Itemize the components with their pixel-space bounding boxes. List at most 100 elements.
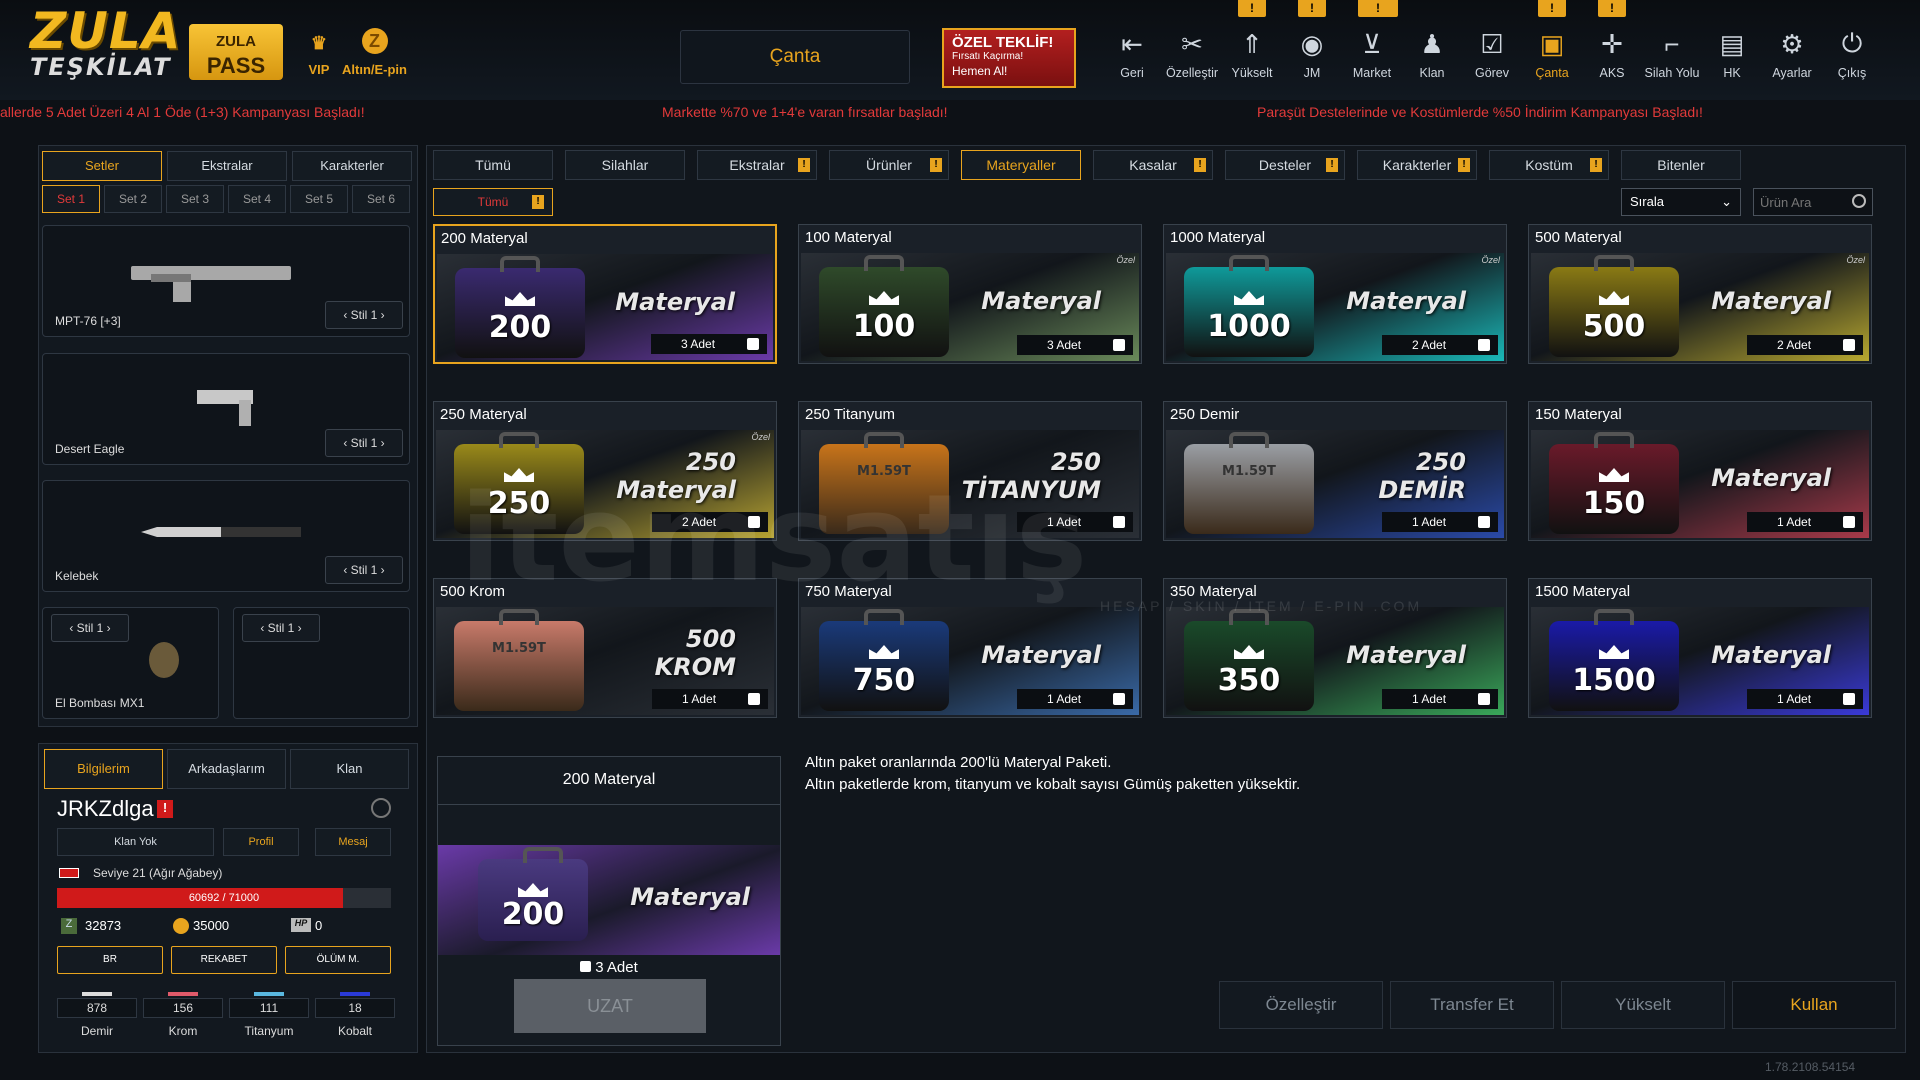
category-tab-3[interactable]: Ürünler! bbox=[829, 150, 949, 180]
tab-karakterler[interactable]: Karakterler bbox=[292, 151, 412, 181]
weapon-slot-melee[interactable]: Kelebek ‹ Stil 1 › bbox=[42, 480, 410, 592]
nav-2-button[interactable]: ⇑ Yükselt bbox=[1224, 26, 1280, 81]
special-offer-banner[interactable]: ÖZEL TEKLİF! Fırsatı Kaçırma! Hemen Al! bbox=[942, 28, 1076, 88]
block-icon[interactable] bbox=[371, 798, 391, 818]
stil-selector-secondary[interactable]: ‹ Stil 1 › bbox=[325, 429, 403, 457]
search-icon[interactable] bbox=[1852, 194, 1866, 208]
set-tab-6[interactable]: Set 6 bbox=[352, 185, 410, 213]
stil-selector-extra[interactable]: ‹ Stil 1 › bbox=[242, 614, 320, 642]
nav-8-button[interactable]: ✛ AKS bbox=[1584, 26, 1640, 81]
stil-selector-primary[interactable]: ‹ Stil 1 › bbox=[325, 301, 403, 329]
mode-olum-button[interactable]: ÖLÜM M. bbox=[285, 946, 391, 974]
stil-selector-grenade[interactable]: ‹ Stil 1 › bbox=[51, 614, 129, 642]
stil-selector-melee[interactable]: ‹ Stil 1 › bbox=[325, 556, 403, 584]
category-tab-8[interactable]: Kostüm! bbox=[1489, 150, 1609, 180]
transfer-button[interactable]: Transfer Et bbox=[1390, 981, 1554, 1029]
nav-1-button[interactable]: ✂ Özelleştir bbox=[1164, 26, 1220, 81]
category-tab-4[interactable]: Materyaller bbox=[961, 150, 1081, 180]
nav-6-button[interactable]: ☑ Görev bbox=[1464, 26, 1520, 81]
subfilter-all[interactable]: Tümü ! bbox=[433, 188, 553, 216]
case-number: 750 bbox=[852, 663, 916, 698]
nav-11-button[interactable]: ⚙ Ayarlar bbox=[1764, 26, 1820, 81]
nav-7-button[interactable]: ▣ Çanta bbox=[1524, 26, 1580, 81]
nav-10-button[interactable]: ▤ HK bbox=[1704, 26, 1760, 81]
nav-5-button[interactable]: ♟ Klan bbox=[1404, 26, 1460, 81]
page-title: Çanta bbox=[680, 30, 910, 84]
mode-br-button[interactable]: BR bbox=[57, 946, 163, 974]
set-tab-5[interactable]: Set 5 bbox=[290, 185, 348, 213]
item-label: Materyal bbox=[1346, 287, 1466, 315]
item-card[interactable]: 1500 Materyal 1500 Materyal 1 Adet bbox=[1528, 578, 1872, 718]
tab-arkadaslarim[interactable]: Arkadaşlarım bbox=[167, 749, 286, 789]
use-button[interactable]: Kullan bbox=[1732, 981, 1896, 1029]
case-icon: 1000 bbox=[1184, 255, 1314, 357]
category-tab-6[interactable]: Desteler! bbox=[1225, 150, 1345, 180]
nav-0-button[interactable]: ⇤ Geri bbox=[1104, 26, 1160, 81]
tab-bilgilerim[interactable]: Bilgilerim bbox=[44, 749, 163, 789]
item-label: 250 TİTANYUM bbox=[962, 448, 1101, 504]
customize-button[interactable]: Özelleştir bbox=[1219, 981, 1383, 1029]
item-card[interactable]: 250 Materyal Özel 250 250 Materyal 2 Adet bbox=[433, 401, 777, 541]
sort-dropdown[interactable]: Sırala ⌄ bbox=[1621, 188, 1741, 216]
category-tab-2[interactable]: Ekstralar! bbox=[697, 150, 817, 180]
message-button[interactable]: Mesaj bbox=[315, 828, 391, 856]
set-tab-3[interactable]: Set 3 bbox=[166, 185, 224, 213]
nav-3-button[interactable]: ◉ JM bbox=[1284, 26, 1340, 81]
nav-9-button[interactable]: ⌐ Silah Yolu bbox=[1644, 26, 1700, 81]
item-count: 2 Adet bbox=[1747, 335, 1863, 355]
category-tab-7[interactable]: Karakterler! bbox=[1357, 150, 1477, 180]
search-input[interactable] bbox=[1754, 189, 1848, 215]
item-card[interactable]: 200 Materyal 200 Materyal 3 Adet bbox=[433, 224, 777, 364]
category-label: Materyaller bbox=[986, 157, 1056, 173]
gold-epin-button[interactable]: Z Altın/E-pin bbox=[342, 28, 407, 77]
upgrade-button[interactable]: Yükselt bbox=[1561, 981, 1725, 1029]
case-handle bbox=[864, 255, 904, 271]
category-tab-9[interactable]: Bitenler bbox=[1621, 150, 1741, 180]
category-tab-0[interactable]: Tümü bbox=[433, 150, 553, 180]
set-tab-1[interactable]: Set 1 bbox=[42, 185, 100, 213]
item-count: 1 Adet bbox=[1747, 689, 1863, 709]
clan-button[interactable]: Klan Yok bbox=[57, 828, 214, 856]
item-card[interactable]: 750 Materyal 750 Materyal 1 Adet bbox=[798, 578, 1142, 718]
tab-klan[interactable]: Klan bbox=[290, 749, 409, 789]
nav-12-button[interactable]: ⏻ Çıkış bbox=[1824, 26, 1880, 80]
category-label: Karakterler bbox=[1382, 157, 1452, 173]
search-box[interactable] bbox=[1753, 188, 1873, 216]
weapon-slot-secondary[interactable]: Desert Eagle ‹ Stil 1 › bbox=[42, 353, 410, 465]
item-card[interactable]: 100 Materyal Özel 100 Materyal 3 Adet bbox=[798, 224, 1142, 364]
zula-pass-button[interactable]: ZULA PASS bbox=[189, 24, 283, 80]
item-card[interactable]: 1000 Materyal Özel 1000 Materyal 2 Adet bbox=[1163, 224, 1507, 364]
case-handle bbox=[1229, 432, 1269, 448]
tab-setler[interactable]: Setler bbox=[42, 151, 162, 181]
vip-button[interactable]: ♛ VIP bbox=[302, 28, 336, 78]
item-card[interactable]: 250 Demir M1.59T 250 DEMİR 1 Adet bbox=[1163, 401, 1507, 541]
nav-label: Görev bbox=[1474, 66, 1510, 80]
set-tab-2[interactable]: Set 2 bbox=[104, 185, 162, 213]
set-tab-4[interactable]: Set 4 bbox=[228, 185, 286, 213]
item-card[interactable]: 250 Titanyum M1.59T 250 TİTANYUM 1 Adet bbox=[798, 401, 1142, 541]
weapon-slot-primary[interactable]: MPT-76 [+3] ‹ Stil 1 › bbox=[42, 225, 410, 337]
item-special-tag: Özel bbox=[751, 432, 770, 442]
profile-panel: Bilgilerim Arkadaşlarım Klan JRKZdlga ! … bbox=[38, 743, 418, 1053]
extend-button[interactable]: UZAT bbox=[514, 979, 706, 1033]
resource-name: Demir bbox=[81, 1024, 113, 1038]
weapon-slot-grenade[interactable]: ‹ Stil 1 › El Bombası MX1 bbox=[42, 607, 219, 719]
case-number: M1.59T bbox=[1222, 464, 1276, 479]
detail-count: 3 Adet bbox=[438, 959, 780, 976]
gold-amount: 35000 bbox=[193, 918, 230, 933]
subfilter-alert-icon: ! bbox=[532, 195, 544, 209]
mode-rekabet-button[interactable]: REKABET bbox=[171, 946, 277, 974]
nav-4-button[interactable]: ⊻ Market bbox=[1344, 26, 1400, 81]
category-tab-1[interactable]: Silahlar bbox=[565, 150, 685, 180]
item-card[interactable]: 500 Krom M1.59T 500 KROM 1 Adet bbox=[433, 578, 777, 718]
profile-button[interactable]: Profil bbox=[223, 828, 299, 856]
nav-alert-badge: ! bbox=[1298, 0, 1326, 17]
nav-alert-badge: ! bbox=[1358, 0, 1398, 17]
item-card[interactable]: 500 Materyal Özel 500 Materyal 2 Adet bbox=[1528, 224, 1872, 364]
item-title: 1500 Materyal bbox=[1535, 583, 1631, 600]
zula-points-icon: Z bbox=[61, 918, 77, 934]
tab-ekstralar[interactable]: Ekstralar bbox=[167, 151, 287, 181]
weapon-slot-empty[interactable]: ‹ Stil 1 › bbox=[233, 607, 410, 719]
category-tab-5[interactable]: Kasalar! bbox=[1093, 150, 1213, 180]
item-card[interactable]: 150 Materyal 150 Materyal 1 Adet bbox=[1528, 401, 1872, 541]
